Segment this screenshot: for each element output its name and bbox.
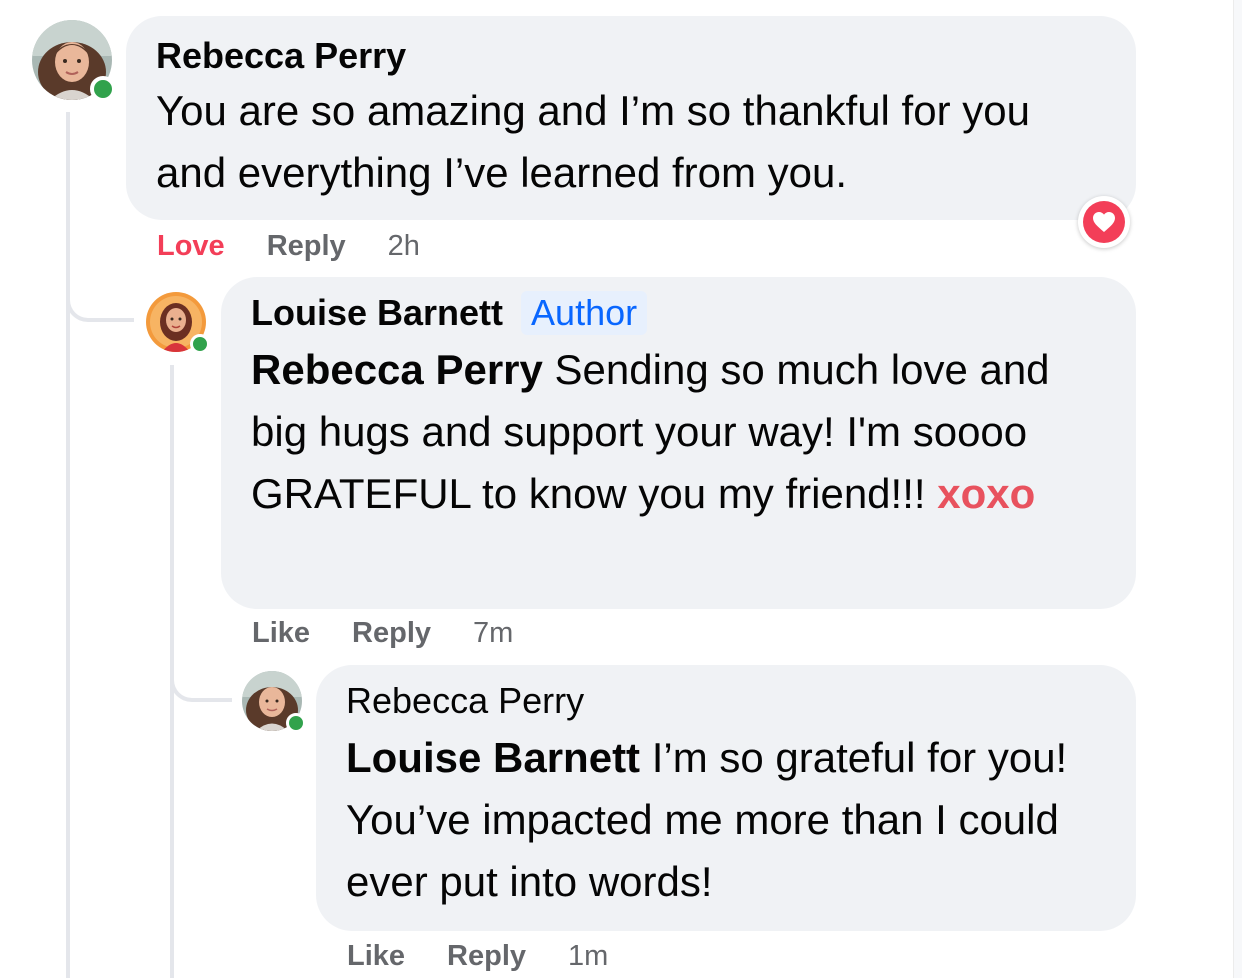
avatar-rebecca-perry[interactable] xyxy=(32,20,116,102)
thread-line-main xyxy=(66,112,70,978)
reaction-badge[interactable] xyxy=(1078,196,1130,248)
online-indicator xyxy=(286,713,306,733)
reply-button[interactable]: Reply xyxy=(352,617,431,650)
comment-bubble[interactable]: Louise Barnett Author Rebecca Perry Sendi… xyxy=(221,277,1136,609)
online-indicator xyxy=(90,76,116,102)
comment-bubble[interactable]: Rebecca Perry You are so amazing and I’m… xyxy=(126,16,1136,220)
mention-link[interactable]: Louise Barnett xyxy=(346,734,640,781)
highlighted-text: xoxo xyxy=(937,470,1036,517)
avatar-rebecca-perry[interactable] xyxy=(242,671,306,733)
mention-link[interactable]: Rebecca Perry xyxy=(251,346,543,393)
author-badge: Author xyxy=(521,291,648,335)
comment-author-name[interactable]: Rebecca Perry xyxy=(346,679,584,723)
reply-button[interactable]: Reply xyxy=(267,230,346,263)
comment-text: Louise Barnett I’m so grateful for you! … xyxy=(346,727,1106,913)
love-button[interactable]: Love xyxy=(157,230,225,263)
comment-author-name[interactable]: Louise Barnett xyxy=(251,291,503,335)
like-button[interactable]: Like xyxy=(347,940,405,973)
reply-button[interactable]: Reply xyxy=(447,940,526,973)
comment-text: You are so amazing and I’m so thankful f… xyxy=(156,87,1030,196)
comment-bubble[interactable]: Rebecca Perry Louise Barnett I’m so grat… xyxy=(316,665,1136,931)
comment-timestamp[interactable]: 1m xyxy=(568,940,608,973)
like-button[interactable]: Like xyxy=(252,617,310,650)
scrollbar-track[interactable] xyxy=(1233,0,1242,978)
comment-actions: Love Reply 2h xyxy=(157,226,420,266)
avatar-louise-barnett[interactable] xyxy=(146,292,210,354)
comment-actions: Like Reply 1m xyxy=(347,936,608,976)
heart-icon xyxy=(1093,212,1115,232)
comment-timestamp[interactable]: 7m xyxy=(473,617,513,650)
online-indicator xyxy=(190,334,210,354)
thread-branch-1 xyxy=(66,270,134,322)
comment-text: Rebecca Perry Sending so much love and b… xyxy=(251,339,1091,525)
comment-author-name[interactable]: Rebecca Perry xyxy=(156,34,406,78)
comment-timestamp[interactable]: 2h xyxy=(388,230,420,263)
comment-actions: Like Reply 7m xyxy=(252,613,513,653)
thread-branch-2 xyxy=(170,650,232,702)
